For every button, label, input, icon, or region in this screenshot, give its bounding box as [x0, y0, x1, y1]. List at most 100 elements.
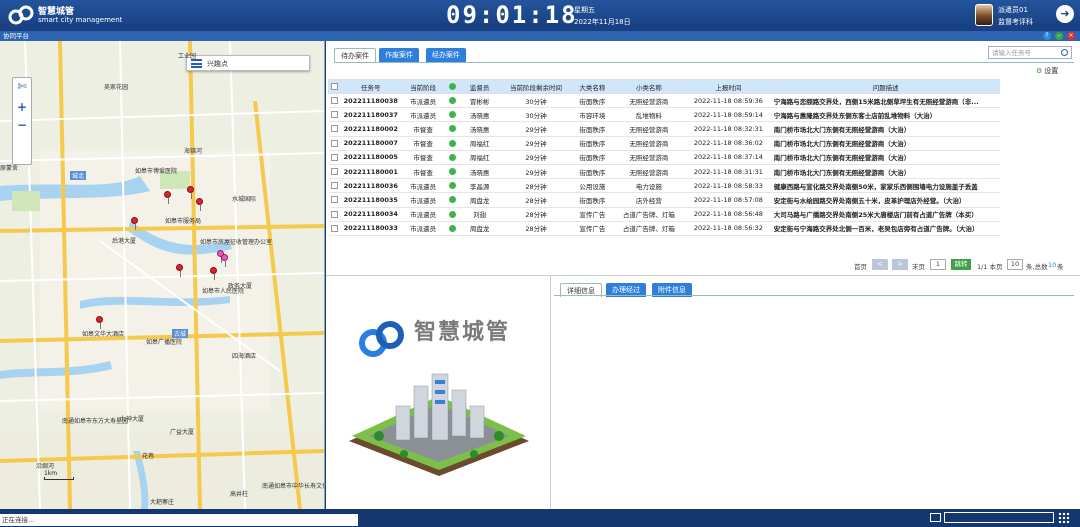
table-row[interactable]: 202211180002 市督查 汤晓惠 29分钟 街面秩序 无照经营游商 2022-11-… — [328, 121, 1000, 137]
last-page-link[interactable]: 末页 — [912, 261, 925, 271]
zoom-out-icon[interactable]: − — [13, 118, 31, 132]
table-cell: 南门桥市场北大门东侧有无照经营游商（大治） — [771, 150, 1000, 165]
col-header[interactable]: 小类名称 — [612, 79, 686, 94]
table-cell: 2022-11-18 08:57:08 — [685, 192, 772, 208]
table-row[interactable]: 202211180005 市督查 周福红 29分钟 街面秩序 无照经营游商 2022-11-… — [328, 150, 1000, 165]
status-dot-icon — [448, 182, 456, 190]
top-header: 智慧城管 smart city management 09:01:18 星期五 … — [0, 0, 1080, 31]
row-checkbox[interactable] — [331, 153, 339, 161]
go-button[interactable]: 跳转 — [951, 259, 971, 270]
clock: 09:01:18 — [446, 1, 578, 29]
col-header[interactable]: 任务号 — [340, 79, 402, 94]
table-row[interactable]: 202211180034 市派遣员 刘翅 28分钟 宣传广告 占道广告牌、灯箱 2022-1… — [328, 207, 1000, 222]
row-checkbox[interactable] — [331, 196, 339, 204]
table-cell: 市督查 — [401, 121, 446, 137]
row-checkbox[interactable] — [331, 210, 339, 218]
table-row[interactable]: 202211180007 市督查 周福红 29分钟 街面秩序 无照经营游商 2022-11-… — [328, 136, 1000, 151]
avatar[interactable] — [975, 4, 993, 26]
table-cell: 29分钟 — [499, 164, 573, 180]
col-header[interactable]: 监督员 — [458, 79, 501, 94]
prev-page-button[interactable]: < — [872, 259, 888, 270]
status-dot-icon — [448, 224, 456, 232]
close-icon[interactable]: × — [1067, 32, 1075, 40]
menu-icon[interactable] — [191, 59, 202, 68]
page-input[interactable]: 1 — [930, 259, 946, 270]
tab-pending[interactable]: 待办案件 — [334, 48, 376, 62]
vertical-splitter[interactable] — [550, 276, 551, 509]
col-header[interactable]: 当前阶段剩余时间 — [499, 79, 573, 94]
map-label: 南通如皋市东方大寿星园 — [62, 418, 129, 425]
table-cell: 202211180035 — [340, 192, 402, 208]
select-all-checkbox[interactable] — [327, 79, 342, 94]
table-row[interactable]: 202211180038 市派遣员 冒彬彬 30分钟 街面秩序 无照经营游商 2022-11… — [328, 93, 1000, 109]
map-pin[interactable] — [221, 254, 228, 267]
col-header[interactable]: 当前阶段 — [400, 79, 446, 94]
table-cell: 无照经营游商 — [612, 164, 686, 180]
map-label: 四海酒店 — [232, 353, 257, 360]
table-cell: 宁海路与恋颐路交界处，西侧15米路北侧草坪生有无照经营游商（非... — [771, 93, 1000, 109]
row-checkbox[interactable] — [331, 224, 339, 232]
first-page-link[interactable]: 首页 — [854, 261, 867, 271]
map-pin[interactable] — [196, 198, 203, 211]
table-cell: 28分钟 — [499, 178, 573, 194]
table-cell: 街面秩序 — [572, 93, 613, 109]
tools-icon[interactable]: ✄ — [13, 80, 31, 93]
map-pin[interactable] — [176, 264, 183, 277]
city-illustration — [349, 373, 529, 476]
monitor-icon[interactable] — [930, 513, 941, 522]
task-search-input[interactable]: 请输入任务号 — [988, 46, 1072, 59]
map-pin[interactable] — [164, 191, 171, 204]
next-page-button[interactable]: > — [892, 259, 908, 270]
help-icon[interactable]: ? — [1043, 32, 1051, 40]
table-cell: 安定街与宁海路交界处北侧一百米，老吴包店旁有占道广告牌。（大治） — [771, 221, 1000, 236]
table-row[interactable]: 202211180036 市派遣员 李晶源 28分钟 公用设施 电力设施 2022-11-1… — [328, 178, 1000, 194]
brand-title: 智慧城管 — [414, 320, 511, 345]
map-label: 城北 — [70, 171, 87, 180]
search-icon[interactable] — [1061, 49, 1068, 56]
horizontal-splitter[interactable] — [326, 275, 1080, 276]
row-checkbox[interactable] — [331, 125, 339, 133]
col-header[interactable]: 上报时间 — [684, 79, 773, 94]
col-header[interactable]: 问题描述 — [771, 79, 1000, 94]
map-label: 如皋市博爱医院 — [135, 168, 178, 175]
tab-cancelled[interactable]: 作废案件 — [379, 48, 419, 62]
case-table: 任务号 当前阶段 监督员 当前阶段剩余时间 大类名称 小类名称 上报时间 问题描… — [327, 79, 1000, 236]
weekday: 星期五 — [574, 6, 595, 14]
table-cell: 冒彬彬 — [459, 93, 500, 109]
table-row[interactable]: 202211180033 市派遣员 周盘龙 28分钟 宣传广告 占道广告牌、灯箱 2022-… — [328, 221, 1000, 236]
table-cell: 2022-11-18 08:32:31 — [685, 121, 772, 137]
apps-grid-icon[interactable] — [1058, 512, 1070, 524]
row-checkbox[interactable] — [331, 168, 339, 176]
table-cell: 店外经营 — [612, 192, 686, 208]
table-cell: 公用设施 — [572, 178, 613, 194]
tab-handled[interactable]: 经办案件 — [426, 48, 466, 62]
logout-icon[interactable]: ➜ — [1056, 5, 1074, 23]
table-row[interactable]: 202211180001 市督查 汤晓惠 29分钟 街面秩序 无照经营游商 2022-11-… — [328, 164, 1000, 180]
subbar-title: 协同平台 — [3, 32, 29, 40]
settings-button[interactable]: ⚙ 设置 — [1036, 66, 1058, 76]
table-cell: 无照经营游商 — [612, 136, 686, 151]
minimize-icon[interactable]: – — [1055, 32, 1063, 40]
per-page-input[interactable]: 10 — [1007, 259, 1023, 270]
map-label: 水城国际 — [232, 196, 257, 203]
zoom-in-icon[interactable]: + — [13, 100, 31, 114]
footer-input[interactable] — [944, 512, 1054, 523]
table-cell — [445, 150, 460, 165]
map-label: 古城 — [172, 329, 189, 338]
map-pin[interactable] — [131, 217, 138, 230]
row-checkbox[interactable] — [331, 139, 339, 147]
map-poi-search[interactable]: 兴趣点 — [186, 55, 310, 71]
map-pin[interactable] — [96, 316, 103, 329]
table-cell: 周盘龙 — [459, 221, 500, 236]
map-pin[interactable] — [187, 186, 194, 199]
table-cell — [445, 93, 460, 109]
table-cell: 健康西路与宣化路交界处南侧50米，家家乐西侧围墙电力设施盖子丢盖 — [771, 178, 1000, 194]
map-pin[interactable] — [210, 267, 217, 280]
col-header[interactable]: 大类名称 — [571, 79, 614, 94]
row-checkbox[interactable] — [331, 97, 339, 105]
row-checkbox[interactable] — [331, 182, 339, 190]
row-checkbox[interactable] — [331, 111, 339, 119]
city-map[interactable]: ✄ + − 兴趣点 吴家花园 城北 原蒙舍 如皋市博爱医院 如皋市服务局 后港大… — [0, 41, 325, 509]
table-row[interactable]: 202211180037 市派遣员 汤晓惠 30分钟 市容环境 乱堆物料 2022-11-1… — [328, 107, 1000, 123]
table-row[interactable]: 202211180035 市派遣员 周盘龙 28分钟 街面秩序 店外经营 2022-11-1… — [328, 192, 1000, 208]
